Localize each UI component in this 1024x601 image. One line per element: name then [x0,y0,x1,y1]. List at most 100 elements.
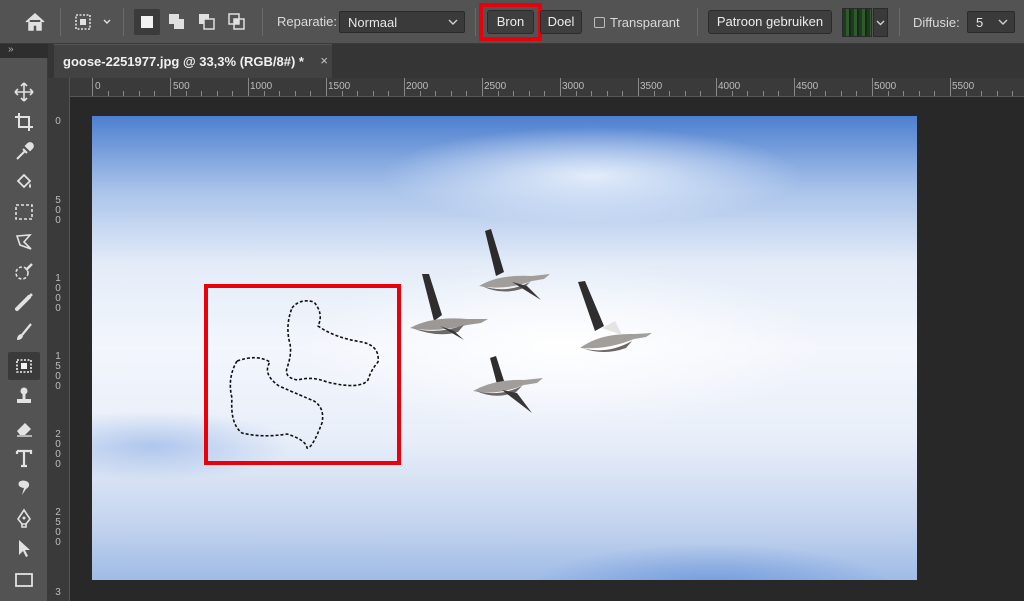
ruler-tick [1012,91,1014,96]
goose [473,356,543,413]
document-tab-title: goose-2251977.jpg @ 33,3% (RGB/8#) * [63,54,304,69]
ruler-tick [528,91,530,96]
ruler-label: 500 [173,81,190,92]
ruler-tick [887,91,889,96]
eyedropper-tool-icon[interactable] [8,138,40,166]
collapse-panels-button[interactable]: » [0,44,48,58]
repair-label: Reparatie: [277,14,337,29]
home-icon[interactable] [22,10,48,34]
patch-tool-icon[interactable] [8,352,40,380]
move-tool-icon[interactable] [8,78,40,106]
goose [479,229,550,300]
ruler-tick [825,91,827,96]
ruler-tick [794,78,795,96]
document-image[interactable] [92,116,917,580]
ruler-tick [279,91,281,96]
ruler-tick [716,78,717,96]
ruler-tick [575,91,577,96]
selection-mode-intersect-icon[interactable] [224,9,250,35]
brush-tool-icon[interactable] [8,318,40,346]
source-highlight-box [479,3,542,41]
goose [410,274,488,340]
ruler-label: 2500 [484,81,507,92]
ruler-tick [965,91,967,96]
quick-selection-tool-icon[interactable] [8,258,40,286]
destination-button[interactable]: Doel [540,10,582,34]
ruler-tick [684,91,686,96]
ruler-tick [482,78,483,96]
ruler-tick [591,91,593,96]
ruler-tick [840,91,842,96]
vertical-ruler[interactable]: 0 500 1000 1500 2000 2500 3 [48,78,70,601]
chevron-down-icon [876,20,885,26]
horizontal-ruler[interactable]: 0 500 1000 1500 2000 2500 3000 3500 4000… [70,78,1024,97]
ruler-tick [856,91,858,96]
smudge-tool-icon[interactable] [8,474,40,502]
ruler-tick [872,78,873,96]
diffusion-select[interactable]: 5 [967,11,1015,33]
ruler-label-text: 500 [55,195,61,226]
pattern-dropdown[interactable] [873,8,888,37]
use-pattern-button[interactable]: Patroon gebruiken [708,10,832,34]
ruler-tick [372,91,374,96]
type-tool-icon[interactable] [8,444,40,472]
ruler-tick [388,91,390,96]
ruler-label: 0 [54,117,62,127]
patch-selection-outline[interactable] [229,300,379,449]
ruler-label: 3000 [562,81,585,92]
ruler-tick [700,91,702,96]
ruler-tick [92,78,93,96]
rectangle-tool-icon[interactable] [8,566,40,594]
ruler-tick [138,91,140,96]
repair-mode-select[interactable]: Normaal [339,11,465,33]
ruler-label: 2500 [54,508,62,548]
clone-stamp-tool-icon[interactable] [8,382,40,410]
selection-mode-new-icon[interactable] [134,9,160,35]
divider [697,8,698,36]
ruler-tick [466,91,468,96]
marquee-tool-icon[interactable] [8,198,40,226]
eraser-tool-icon[interactable] [8,414,40,442]
transparent-checkbox[interactable] [594,17,605,28]
divider [123,8,124,36]
ruler-tick [185,91,187,96]
selection-mode-subtract-icon[interactable] [194,9,220,35]
ruler-label: 0 [95,81,101,92]
pen-tool-icon[interactable] [8,504,40,532]
ruler-label-text: 2500 [55,507,61,548]
selection-mode-add-icon[interactable] [164,9,190,35]
divider [262,8,263,36]
ruler-tick [653,91,655,96]
options-bar: Reparatie: Normaal Bron Doel Transparant… [0,0,1024,44]
goose [578,281,652,352]
ruler-tick [450,91,452,96]
ruler-label-text: 2000 [55,429,61,470]
path-selection-tool-icon[interactable] [8,534,40,562]
ruler-label: 3500 [640,81,663,92]
document-tab[interactable]: goose-2251977.jpg @ 33,3% (RGB/8#) * × [54,44,332,78]
ruler-tick [107,91,109,96]
chevron-down-icon [448,19,458,25]
ruler-tick [731,91,733,96]
close-icon[interactable]: × [320,53,328,68]
paint-bucket-tool-icon[interactable] [8,168,40,196]
ruler-tick [513,91,515,96]
ruler-tick [934,91,936,96]
ruler-tick [170,78,171,96]
ruler-tick [310,91,312,96]
healing-brush-tool-icon[interactable] [8,288,40,316]
ruler-label: 500 [54,196,62,226]
crop-tool-icon[interactable] [8,108,40,136]
ruler-tick [419,91,421,96]
ruler-label: 4500 [796,81,819,92]
diffusion-label: Diffusie: [913,15,960,30]
ruler-label: 3 [54,588,62,598]
ruler-tick [263,91,265,96]
ruler-tick [201,91,203,96]
pattern-thumbnail[interactable] [842,8,872,37]
ruler-tick [918,91,920,96]
patch-tool-preset-icon[interactable] [70,10,118,34]
ruler-tick [638,78,639,96]
ruler-label: 5000 [874,81,897,92]
lasso-tool-icon[interactable] [8,228,40,256]
